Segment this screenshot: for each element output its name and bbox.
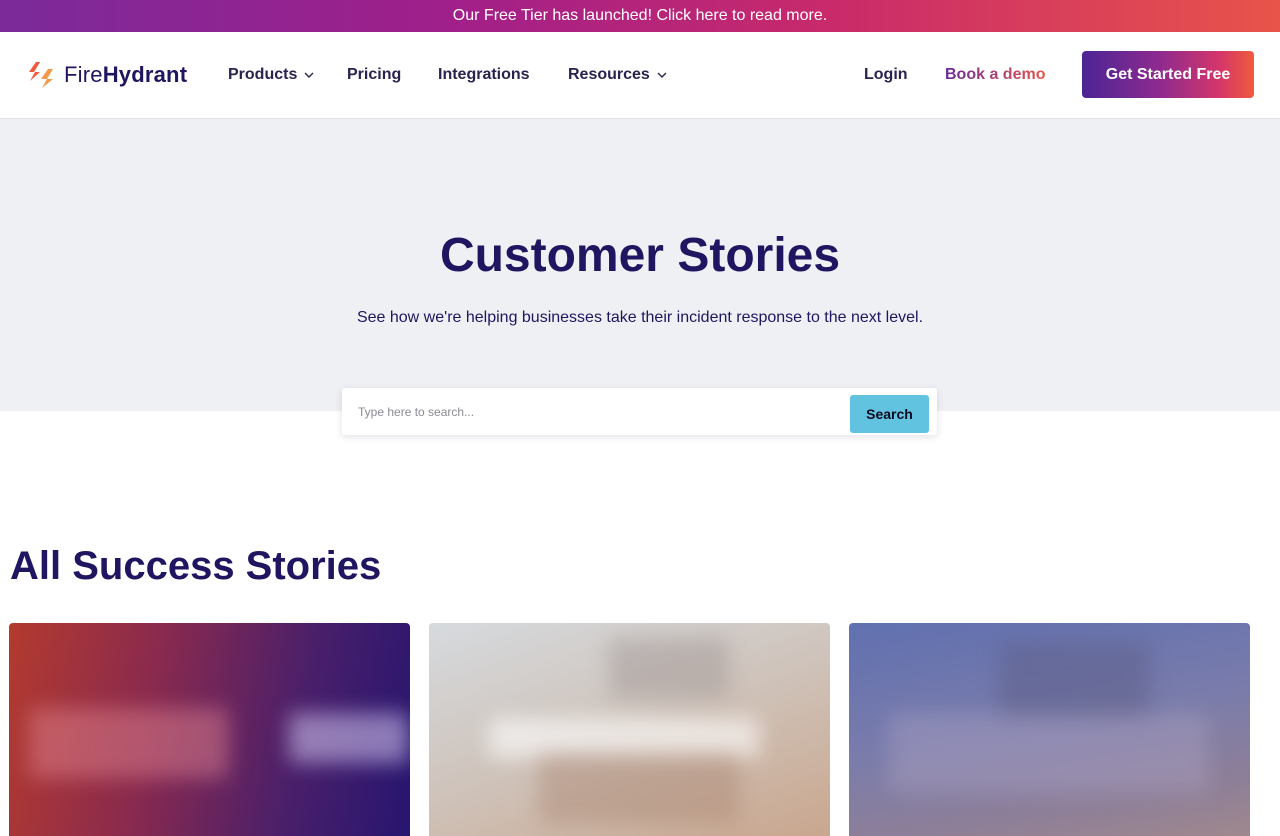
chevron-down-icon bbox=[657, 72, 667, 78]
card-image-blur bbox=[609, 638, 729, 698]
story-card[interactable] bbox=[9, 623, 410, 836]
book-demo-link[interactable]: Book a demo bbox=[945, 64, 1045, 86]
logo[interactable]: FireHydrant bbox=[26, 59, 187, 91]
nav-pricing[interactable]: Pricing bbox=[347, 64, 401, 86]
card-image-blur bbox=[889, 713, 1209, 793]
story-card[interactable] bbox=[849, 623, 1250, 836]
card-image-blur bbox=[539, 753, 739, 823]
search-bar: Search bbox=[342, 388, 937, 435]
nav-resources-label: Resources bbox=[568, 66, 650, 83]
page-subtitle: See how we're helping businesses take th… bbox=[356, 309, 924, 326]
logo-wordmark: FireHydrant bbox=[64, 62, 188, 87]
card-image-blur bbox=[29, 708, 229, 778]
card-image-blur bbox=[999, 643, 1149, 723]
nav-pricing-label: Pricing bbox=[347, 66, 402, 83]
search-button[interactable]: Search bbox=[850, 395, 929, 433]
login-label: Login bbox=[864, 66, 908, 83]
nav-integrations-label: Integrations bbox=[438, 66, 530, 83]
page-title: Customer Stories bbox=[439, 229, 841, 282]
chevron-down-icon bbox=[304, 72, 314, 78]
announcement-text[interactable]: Our Free Tier has launched! Click here t… bbox=[453, 7, 827, 25]
nav-resources[interactable]: Resources bbox=[568, 64, 667, 86]
card-image-blur bbox=[489, 718, 759, 758]
section-title: All Success Stories bbox=[10, 544, 382, 588]
announcement-banner[interactable]: Our Free Tier has launched! Click here t… bbox=[0, 0, 1280, 32]
get-started-button[interactable]: Get Started Free bbox=[1082, 51, 1254, 98]
nav-integrations[interactable]: Integrations bbox=[438, 64, 530, 86]
book-demo-label: Book a demo bbox=[945, 66, 1046, 83]
story-card[interactable] bbox=[429, 623, 830, 836]
nav-products-label: Products bbox=[228, 66, 298, 83]
nav-products[interactable]: Products bbox=[228, 64, 314, 86]
search-input[interactable] bbox=[342, 388, 847, 435]
card-image-blur bbox=[289, 713, 409, 763]
login-link[interactable]: Login bbox=[864, 64, 908, 86]
firehydrant-logo-icon bbox=[29, 62, 53, 88]
